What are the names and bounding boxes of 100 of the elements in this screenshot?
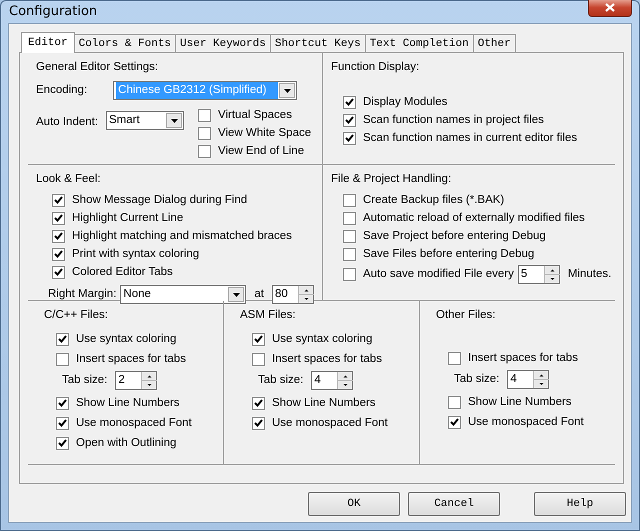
checkbox[interactable] (252, 352, 265, 366)
window-title: Configuration (8, 3, 98, 22)
checkbox-label: Save Project before entering Debug (362, 228, 546, 244)
checkbox-label: Colored Editor Tabs (72, 264, 173, 280)
checkbox[interactable] (252, 396, 265, 410)
section-title: C/C++ Files: (44, 308, 108, 323)
checkbox-label: Insert spaces for tabs (76, 352, 186, 367)
checkbox[interactable] (343, 132, 356, 145)
checkbox[interactable] (56, 396, 69, 410)
checkbox[interactable] (343, 114, 356, 127)
dropdown-value: Smart (109, 113, 141, 128)
checkbox[interactable] (56, 416, 69, 430)
checkbox[interactable] (342, 230, 356, 243)
checkbox[interactable] (52, 266, 65, 279)
checkbox-label: Use syntax coloring (272, 332, 372, 347)
spin-buttons[interactable] (141, 372, 156, 390)
checkbox-label: Create Backup files (*.BAK) (362, 192, 504, 208)
checkbox[interactable] (342, 212, 356, 225)
checkbox[interactable] (56, 332, 69, 346)
close-icon (605, 2, 615, 12)
field-label: Auto Indent: (36, 115, 100, 130)
checkbox-label: Scan function names in current editor files (363, 130, 578, 146)
checkbox-label: Highlight matching and mismatched braces (72, 228, 292, 244)
spin-value: 4 (510, 372, 518, 388)
checkbox-label: Print with syntax coloring (72, 246, 200, 262)
checkbox[interactable] (252, 332, 265, 346)
checkbox[interactable] (252, 416, 265, 430)
checkbox-label: Use monospaced Font (272, 416, 388, 431)
section-title: General Editor Settings: (36, 60, 158, 75)
tab[interactable]: Other (472, 34, 516, 52)
checkbox[interactable] (52, 248, 65, 261)
checkbox-label: Use monospaced Font (468, 414, 584, 430)
checkbox-label: Insert spaces for tabs (272, 352, 382, 367)
checkbox-label: Scan function names in project files (363, 112, 544, 128)
spin-value: 4 (314, 373, 322, 388)
checkbox[interactable] (448, 352, 461, 365)
dropdown-arrow-button[interactable] (228, 287, 244, 302)
spin-field[interactable]: 2 (115, 371, 158, 390)
close-button[interactable] (588, 0, 632, 16)
checkbox[interactable] (342, 194, 356, 207)
checkbox[interactable] (56, 436, 69, 450)
dropdown-arrow-button[interactable] (166, 113, 182, 128)
checkbox[interactable] (52, 194, 65, 207)
spin-field[interactable]: 4 (507, 370, 550, 390)
checkbox[interactable] (343, 96, 356, 109)
checkbox[interactable] (342, 248, 356, 261)
field-label: Tab size: (454, 372, 500, 388)
checkbox[interactable] (342, 268, 356, 282)
unit-label: Minutes. (568, 267, 612, 282)
checkbox[interactable] (198, 108, 211, 122)
checkbox[interactable] (448, 396, 461, 409)
checkbox-label: Use syntax coloring (76, 332, 176, 347)
checkbox-label: Virtual Spaces (218, 108, 292, 123)
spin-field[interactable]: 5 (518, 265, 560, 284)
checkbox[interactable] (52, 230, 65, 243)
dropdown-field[interactable]: Smart (106, 111, 184, 130)
checkbox-label: Insert spaces for tabs (468, 350, 578, 366)
tab[interactable]: Editor (21, 32, 75, 53)
caret-down-icon (170, 118, 178, 123)
checkbox[interactable] (56, 352, 69, 366)
field-label: at (254, 287, 264, 302)
field-label: Tab size: (258, 373, 304, 388)
checkbox-label: Automatic reload of externally modified files (362, 210, 585, 226)
spin-buttons[interactable] (544, 266, 559, 284)
caret-down-icon (232, 292, 240, 297)
dropdown-field[interactable]: None (120, 285, 246, 304)
dialog-button[interactable]: Help (534, 492, 626, 516)
section-title: Other Files: (436, 308, 496, 323)
spin-field[interactable]: 4 (311, 371, 354, 390)
checkbox-label: Show Line Numbers (272, 396, 376, 411)
spin-buttons[interactable] (337, 372, 352, 390)
checkbox-label: Show Line Numbers (468, 394, 572, 410)
spin-buttons[interactable] (533, 371, 548, 388)
dialog-button[interactable]: OK (308, 492, 400, 516)
section-title: ASM Files: (240, 308, 296, 323)
checkbox-label: Highlight Current Line (72, 210, 184, 226)
dialog-button[interactable]: Cancel (408, 492, 500, 516)
field-label: Encoding: (36, 83, 88, 98)
checkbox-label: Save Files before entering Debug (362, 246, 534, 262)
checkbox[interactable] (52, 212, 65, 225)
dropdown-arrow-button[interactable] (279, 83, 296, 98)
checkbox-label: Open with Outlining (76, 436, 176, 451)
section-title: Look & Feel: (36, 172, 101, 187)
checkbox-label: Auto save modified File every (362, 267, 514, 282)
spin-value: 80 (274, 287, 289, 302)
checkbox-label: Use monospaced Font (76, 416, 192, 431)
spin-value: 2 (118, 373, 126, 388)
checkbox[interactable] (198, 126, 211, 140)
field-label: Right Margin: (48, 287, 116, 302)
dropdown-value: Chinese GB2312 (Simplified) (116, 82, 278, 100)
checkbox[interactable] (448, 416, 461, 429)
checkbox-label: View White Space (218, 126, 312, 141)
checkbox-label: Show Line Numbers (76, 396, 180, 411)
checkbox-label: Display Modules (363, 94, 448, 110)
spin-field[interactable]: 80 (272, 285, 314, 304)
checkbox[interactable] (198, 144, 211, 158)
field-label: Tab size: (62, 373, 108, 388)
spin-buttons[interactable] (298, 286, 313, 304)
spin-value: 5 (520, 267, 528, 282)
caret-down-icon (284, 88, 291, 93)
